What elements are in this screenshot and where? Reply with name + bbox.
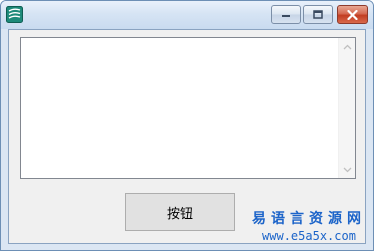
chevron-up-icon <box>343 44 352 49</box>
close-icon <box>347 9 358 20</box>
app-icon[interactable] <box>6 6 23 23</box>
scroll-up-button[interactable] <box>339 38 356 55</box>
action-button[interactable]: 按钮 <box>125 193 235 231</box>
app-window: 按钮 易语言资源网 www.e5a5x.com <box>0 0 374 251</box>
text-area[interactable] <box>20 37 356 179</box>
watermark-title: 易语言资源网 <box>252 211 366 227</box>
maximize-button[interactable] <box>303 5 333 24</box>
close-button[interactable] <box>337 5 368 24</box>
minimize-icon <box>282 14 290 17</box>
vertical-scrollbar[interactable] <box>338 38 355 178</box>
watermark: 易语言资源网 www.e5a5x.com <box>249 210 369 248</box>
scroll-down-button[interactable] <box>339 161 356 178</box>
minimize-button[interactable] <box>271 5 301 24</box>
title-bar[interactable] <box>1 1 373 29</box>
watermark-url: www.e5a5x.com <box>262 229 356 243</box>
maximize-icon <box>313 10 323 19</box>
chevron-down-icon <box>343 167 352 172</box>
